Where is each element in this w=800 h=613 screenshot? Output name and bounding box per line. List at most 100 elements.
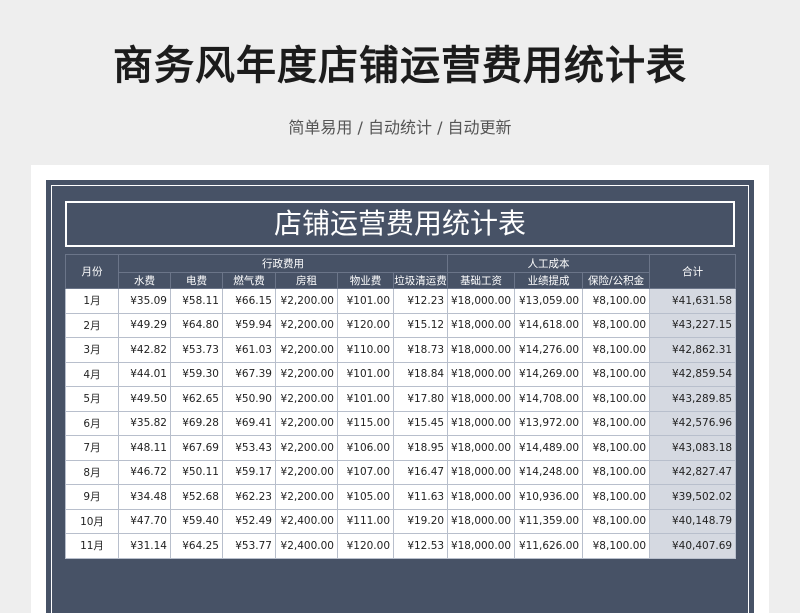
amount-cell[interactable]: ¥11,359.00: [514, 508, 584, 534]
amount-cell[interactable]: ¥2,200.00: [275, 337, 338, 363]
amount-cell[interactable]: ¥66.15: [222, 288, 276, 314]
amount-cell[interactable]: ¥18.95: [392, 435, 449, 461]
amount-cell[interactable]: ¥47.70: [118, 508, 171, 534]
amount-cell[interactable]: ¥59.94: [222, 312, 276, 338]
amount-cell[interactable]: ¥15.45: [392, 410, 449, 436]
amount-cell[interactable]: ¥2,200.00: [275, 459, 338, 485]
amount-cell[interactable]: ¥101.00: [337, 361, 394, 387]
amount-cell[interactable]: ¥18,000.00: [447, 312, 516, 338]
month-cell[interactable]: 6月: [65, 410, 119, 436]
amount-cell[interactable]: ¥19.20: [392, 508, 449, 534]
amount-cell[interactable]: ¥14,489.00: [514, 435, 584, 461]
amount-cell[interactable]: ¥120.00: [337, 533, 394, 559]
amount-cell[interactable]: ¥2,200.00: [275, 484, 338, 510]
amount-cell[interactable]: ¥52.68: [170, 484, 223, 510]
amount-cell[interactable]: ¥18,000.00: [447, 484, 516, 510]
amount-cell[interactable]: ¥10,936.00: [514, 484, 584, 510]
month-cell[interactable]: 4月: [65, 361, 119, 387]
amount-cell[interactable]: ¥2,400.00: [275, 508, 338, 534]
amount-cell[interactable]: ¥61.03: [222, 337, 276, 363]
total-cell[interactable]: ¥42,576.96: [649, 410, 737, 436]
month-cell[interactable]: 1月: [65, 288, 119, 314]
total-cell[interactable]: ¥43,289.85: [649, 386, 737, 412]
amount-cell[interactable]: ¥18,000.00: [447, 337, 516, 363]
amount-cell[interactable]: ¥31.14: [118, 533, 171, 559]
amount-cell[interactable]: ¥106.00: [337, 435, 394, 461]
amount-cell[interactable]: ¥52.49: [222, 508, 276, 534]
amount-cell[interactable]: ¥64.25: [170, 533, 223, 559]
amount-cell[interactable]: ¥67.39: [222, 361, 276, 387]
amount-cell[interactable]: ¥8,100.00: [582, 337, 651, 363]
month-cell[interactable]: 8月: [65, 459, 119, 485]
amount-cell[interactable]: ¥18,000.00: [447, 288, 516, 314]
amount-cell[interactable]: ¥8,100.00: [582, 386, 651, 412]
total-cell[interactable]: ¥42,827.47: [649, 459, 737, 485]
amount-cell[interactable]: ¥18,000.00: [447, 410, 516, 436]
amount-cell[interactable]: ¥69.41: [222, 410, 276, 436]
total-cell[interactable]: ¥40,148.79: [649, 508, 737, 534]
amount-cell[interactable]: ¥105.00: [337, 484, 394, 510]
amount-cell[interactable]: ¥13,059.00: [514, 288, 584, 314]
amount-cell[interactable]: ¥11.63: [392, 484, 449, 510]
amount-cell[interactable]: ¥8,100.00: [582, 533, 651, 559]
amount-cell[interactable]: ¥2,200.00: [275, 410, 338, 436]
amount-cell[interactable]: ¥59.17: [222, 459, 276, 485]
amount-cell[interactable]: ¥12.53: [392, 533, 449, 559]
amount-cell[interactable]: ¥8,100.00: [582, 288, 651, 314]
amount-cell[interactable]: ¥18,000.00: [447, 508, 516, 534]
amount-cell[interactable]: ¥64.80: [170, 312, 223, 338]
amount-cell[interactable]: ¥12.23: [392, 288, 449, 314]
amount-cell[interactable]: ¥44.01: [118, 361, 171, 387]
amount-cell[interactable]: ¥42.82: [118, 337, 171, 363]
amount-cell[interactable]: ¥18.73: [392, 337, 449, 363]
amount-cell[interactable]: ¥120.00: [337, 312, 394, 338]
amount-cell[interactable]: ¥2,200.00: [275, 386, 338, 412]
amount-cell[interactable]: ¥35.09: [118, 288, 171, 314]
amount-cell[interactable]: ¥14,269.00: [514, 361, 584, 387]
amount-cell[interactable]: ¥2,200.00: [275, 435, 338, 461]
amount-cell[interactable]: ¥8,100.00: [582, 484, 651, 510]
amount-cell[interactable]: ¥53.73: [170, 337, 223, 363]
amount-cell[interactable]: ¥46.72: [118, 459, 171, 485]
amount-cell[interactable]: ¥58.11: [170, 288, 223, 314]
amount-cell[interactable]: ¥17.80: [392, 386, 449, 412]
amount-cell[interactable]: ¥101.00: [337, 386, 394, 412]
amount-cell[interactable]: ¥101.00: [337, 288, 394, 314]
amount-cell[interactable]: ¥18,000.00: [447, 386, 516, 412]
amount-cell[interactable]: ¥53.43: [222, 435, 276, 461]
total-cell[interactable]: ¥42,859.54: [649, 361, 737, 387]
amount-cell[interactable]: ¥14,708.00: [514, 386, 584, 412]
amount-cell[interactable]: ¥8,100.00: [582, 508, 651, 534]
amount-cell[interactable]: ¥107.00: [337, 459, 394, 485]
amount-cell[interactable]: ¥18,000.00: [447, 435, 516, 461]
month-cell[interactable]: 10月: [65, 508, 119, 534]
amount-cell[interactable]: ¥8,100.00: [582, 410, 651, 436]
amount-cell[interactable]: ¥62.23: [222, 484, 276, 510]
amount-cell[interactable]: ¥59.40: [170, 508, 223, 534]
total-cell[interactable]: ¥39,502.02: [649, 484, 737, 510]
month-cell[interactable]: 11月: [65, 533, 119, 559]
amount-cell[interactable]: ¥18,000.00: [447, 533, 516, 559]
total-cell[interactable]: ¥40,407.69: [649, 533, 737, 559]
amount-cell[interactable]: ¥53.77: [222, 533, 276, 559]
amount-cell[interactable]: ¥48.11: [118, 435, 171, 461]
total-cell[interactable]: ¥43,083.18: [649, 435, 737, 461]
amount-cell[interactable]: ¥16.47: [392, 459, 449, 485]
amount-cell[interactable]: ¥8,100.00: [582, 435, 651, 461]
amount-cell[interactable]: ¥18,000.00: [447, 459, 516, 485]
amount-cell[interactable]: ¥15.12: [392, 312, 449, 338]
month-cell[interactable]: 7月: [65, 435, 119, 461]
month-cell[interactable]: 9月: [65, 484, 119, 510]
amount-cell[interactable]: ¥110.00: [337, 337, 394, 363]
amount-cell[interactable]: ¥11,626.00: [514, 533, 584, 559]
amount-cell[interactable]: ¥8,100.00: [582, 459, 651, 485]
amount-cell[interactable]: ¥49.29: [118, 312, 171, 338]
amount-cell[interactable]: ¥2,200.00: [275, 288, 338, 314]
amount-cell[interactable]: ¥50.90: [222, 386, 276, 412]
amount-cell[interactable]: ¥50.11: [170, 459, 223, 485]
amount-cell[interactable]: ¥34.48: [118, 484, 171, 510]
amount-cell[interactable]: ¥111.00: [337, 508, 394, 534]
amount-cell[interactable]: ¥67.69: [170, 435, 223, 461]
amount-cell[interactable]: ¥35.82: [118, 410, 171, 436]
amount-cell[interactable]: ¥69.28: [170, 410, 223, 436]
